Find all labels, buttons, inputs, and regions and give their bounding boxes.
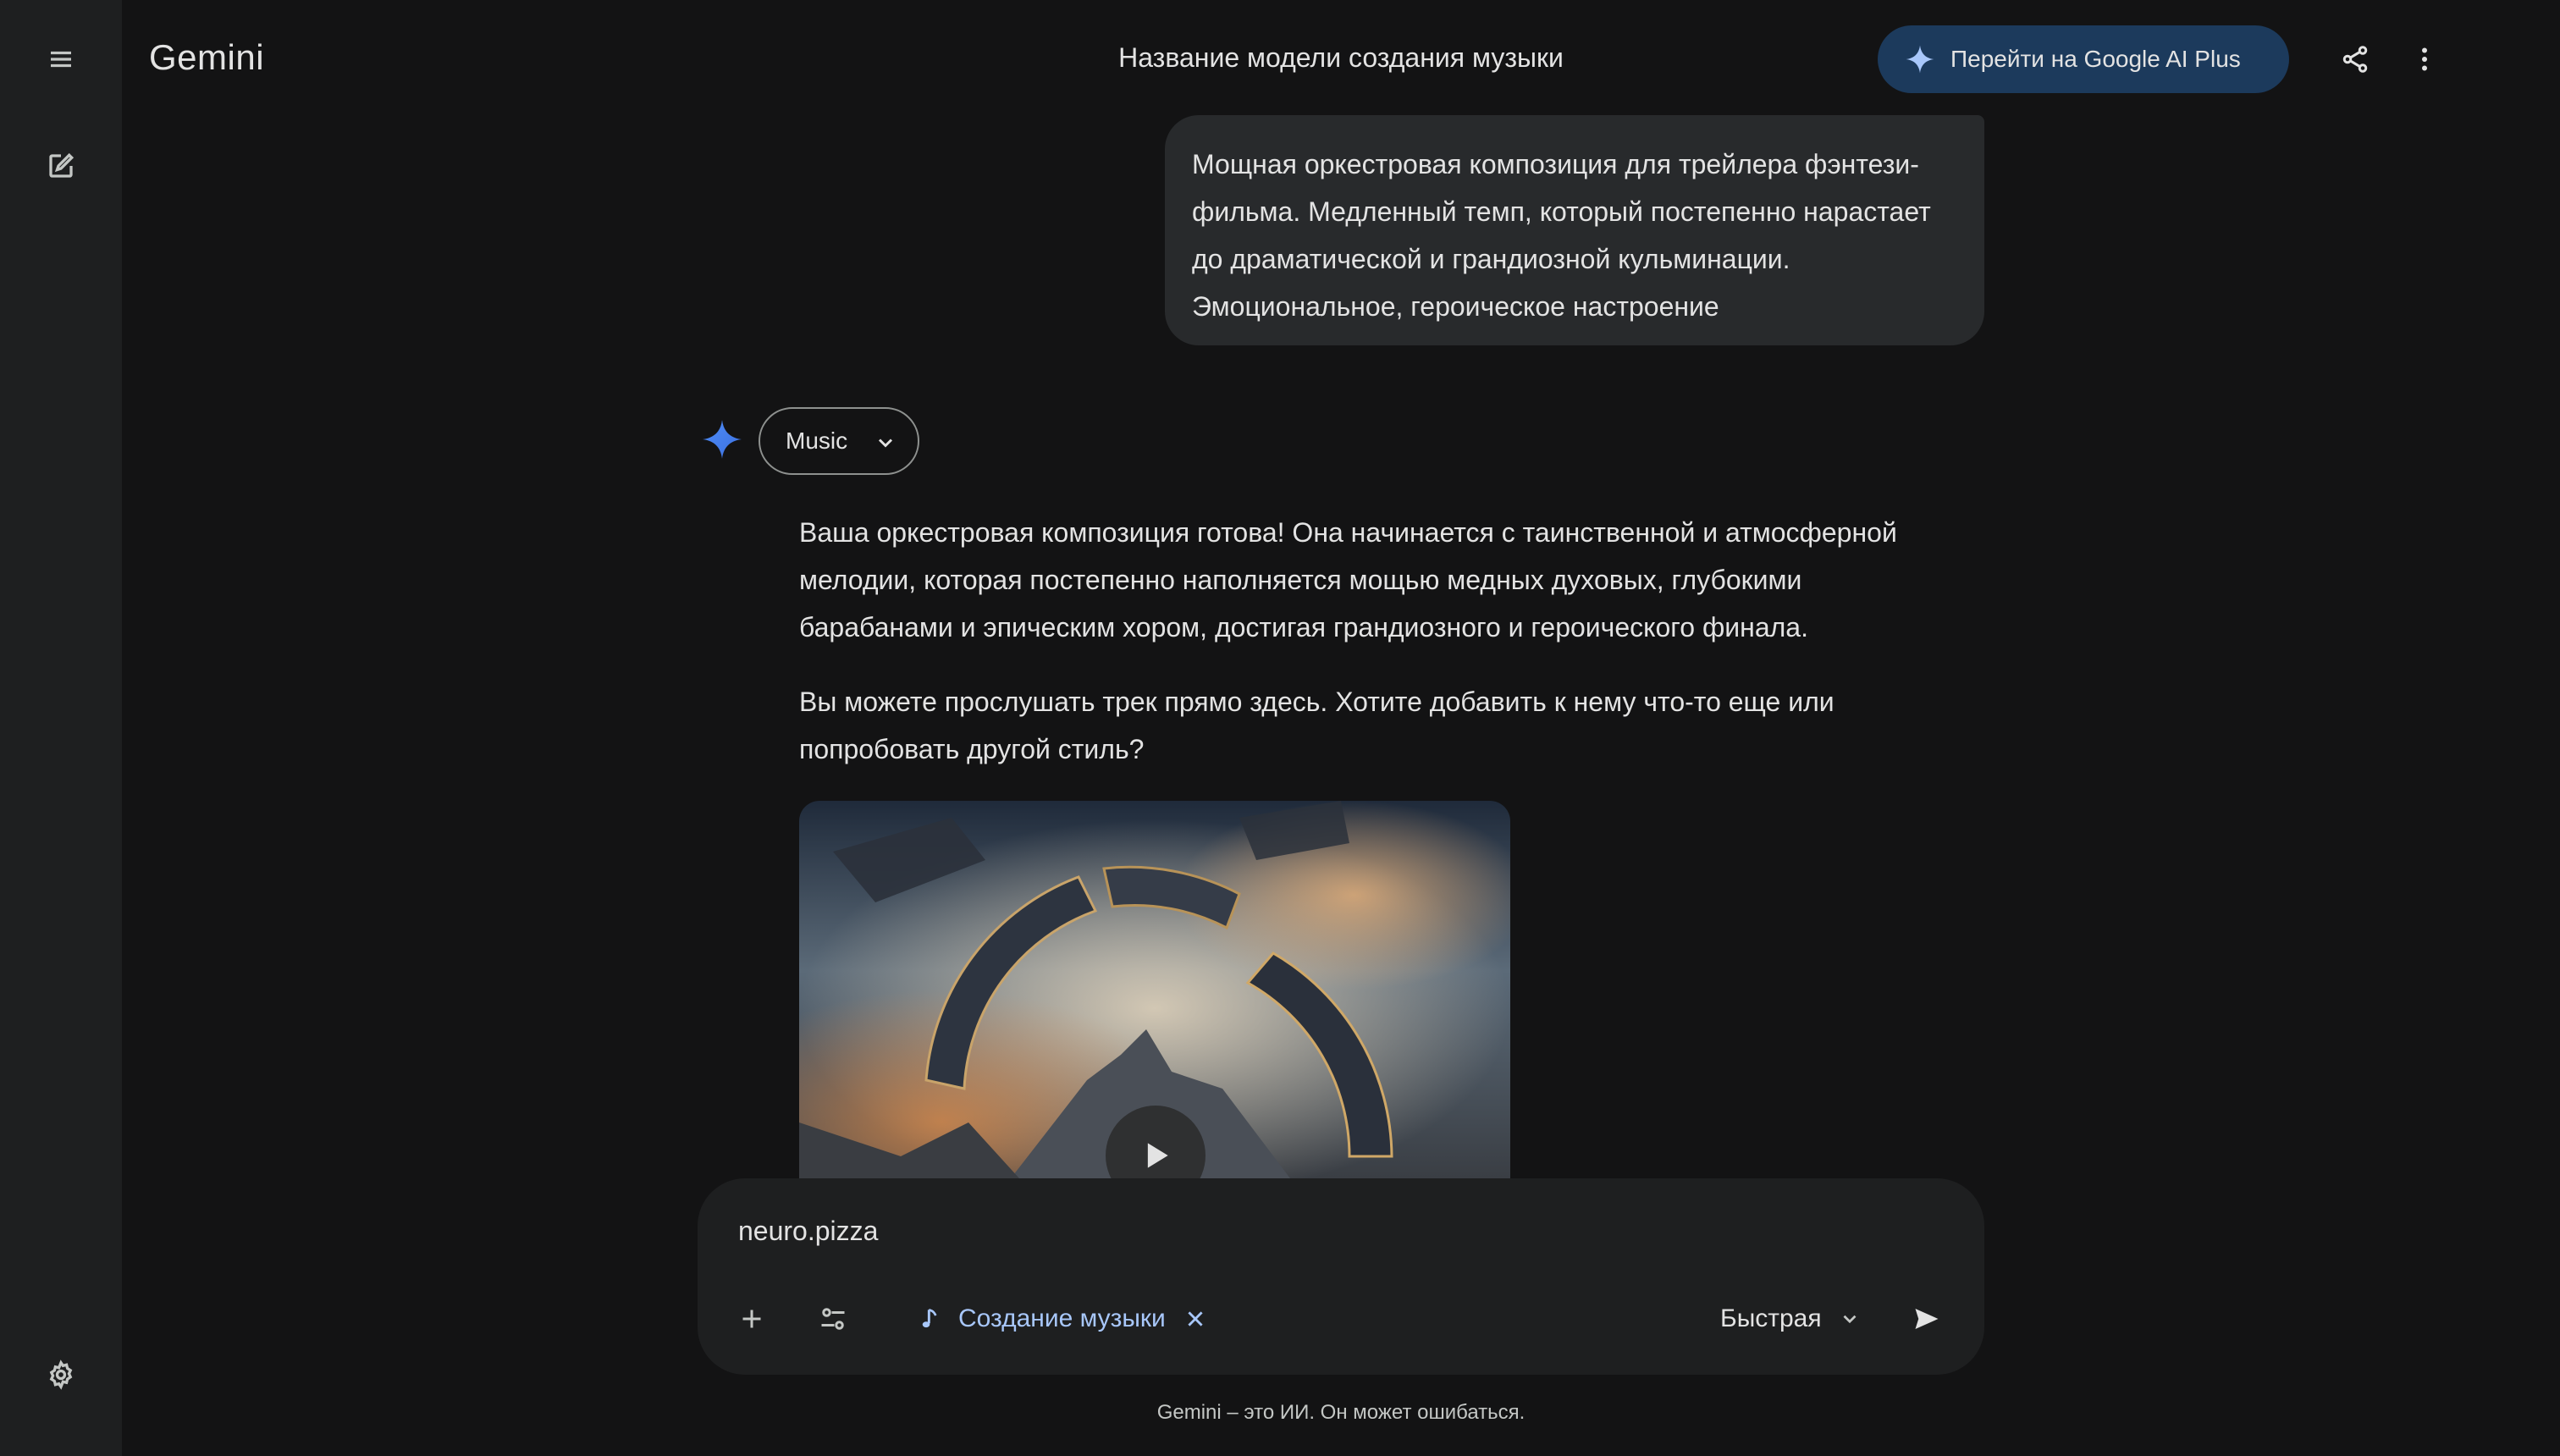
response-paragraph: Ваша оркестровая композиция готова! Она … <box>799 517 1897 643</box>
send-icon <box>1915 1309 1939 1329</box>
prompt-composer: neuro.pizza Создание музыки Быстрая <box>698 1178 1984 1375</box>
conversation-title: Название модели создания музыки <box>1118 42 1564 73</box>
edit-icon <box>49 152 74 178</box>
tune-icon <box>821 1308 845 1330</box>
chevron-down-icon <box>1843 1315 1857 1324</box>
music-note-icon <box>922 1309 937 1328</box>
menu-icon <box>51 51 71 68</box>
music-video-thumbnail[interactable] <box>799 801 1510 1178</box>
more-options-button[interactable] <box>2394 29 2455 90</box>
gemini-app: Gemini Название модели создания музыки П… <box>0 0 2560 1456</box>
gear-icon <box>49 1359 73 1390</box>
close-icon[interactable] <box>1184 1308 1206 1330</box>
chevron-down-icon <box>878 438 893 448</box>
response-paragraph: Вы можете прослушать трек прямо здесь. Х… <box>799 687 1834 764</box>
upgrade-label: Перейти на Google AI Plus <box>1950 46 2241 72</box>
gemini-sparkle-icon <box>703 420 742 459</box>
add-attachment-button[interactable] <box>721 1288 782 1349</box>
new-chat-button[interactable] <box>30 135 91 196</box>
music-tool-chip[interactable]: Создание музыки <box>892 1295 1206 1343</box>
ai-disclaimer: Gemini – это ИИ. Он может ошибаться. <box>1156 1401 1526 1424</box>
mode-label: Быстрая <box>1720 1304 1822 1332</box>
model-chip-label: Music <box>786 427 848 454</box>
share-button[interactable] <box>2325 29 2386 90</box>
sparkle-icon <box>1906 45 1934 74</box>
upgrade-button[interactable]: Перейти на Google AI Plus <box>1878 25 2289 93</box>
send-button[interactable] <box>1896 1288 1957 1349</box>
app-logo[interactable]: Gemini <box>149 37 264 78</box>
plus-icon <box>742 1310 761 1328</box>
menu-button[interactable] <box>30 29 91 90</box>
prompt-input[interactable]: neuro.pizza <box>738 1216 878 1247</box>
settings-button[interactable] <box>30 1344 91 1405</box>
music-tool-label: Создание музыки <box>958 1304 1166 1332</box>
tools-button[interactable] <box>803 1288 863 1349</box>
model-chip[interactable]: Music <box>759 407 919 475</box>
user-message: Мощная оркестровая композиция для трейле… <box>1165 115 1984 345</box>
share-icon <box>2342 46 2368 73</box>
more-vert-icon <box>2422 47 2427 71</box>
sidebar <box>0 0 122 1456</box>
mode-selector[interactable]: Быстрая <box>1720 1297 1861 1341</box>
play-icon <box>1147 1143 1168 1168</box>
